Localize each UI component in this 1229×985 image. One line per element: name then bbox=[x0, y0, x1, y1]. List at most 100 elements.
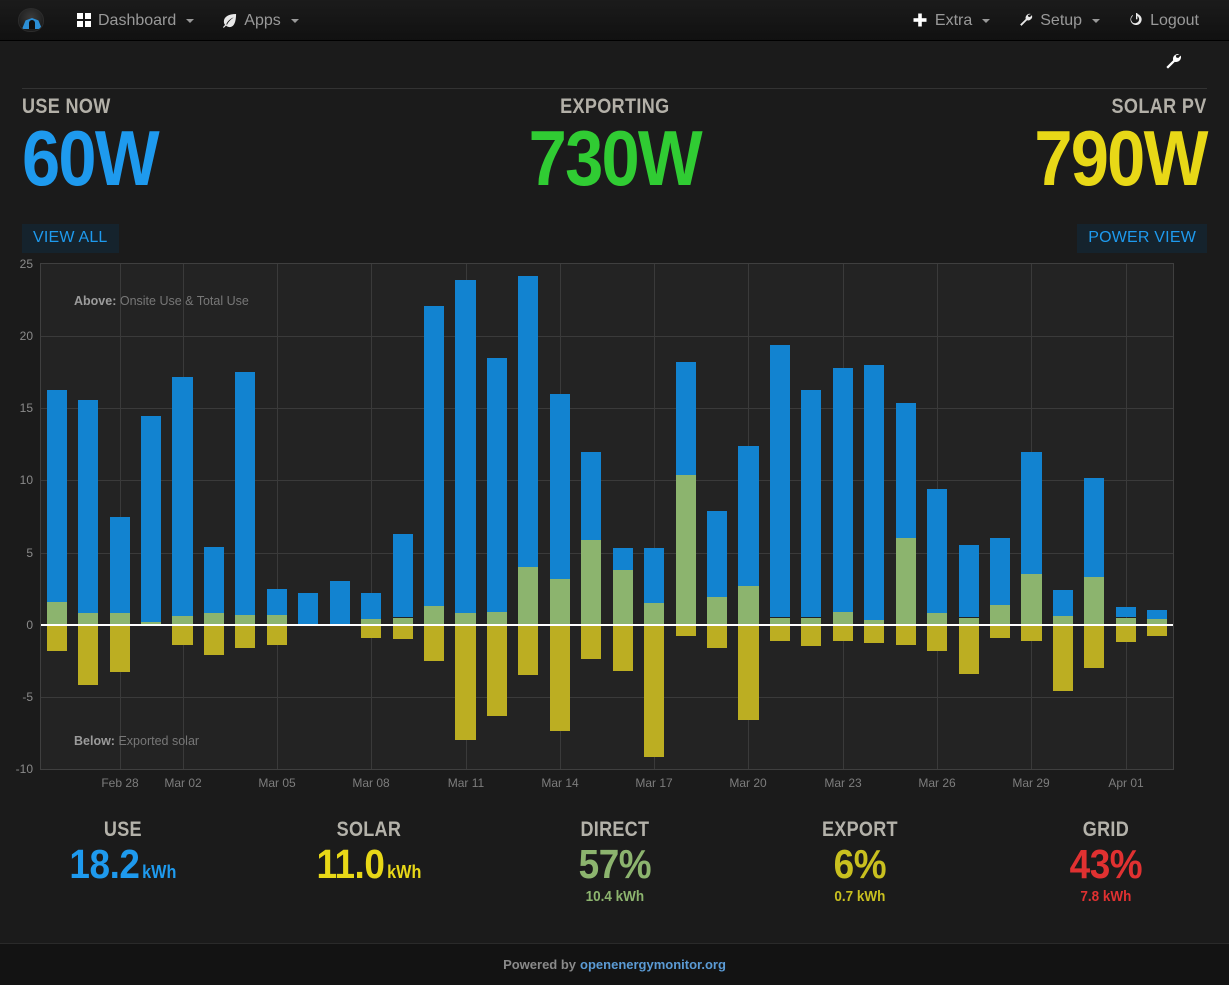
bar-segment-exported-solar bbox=[235, 624, 256, 648]
bar-segment-grid-use bbox=[518, 275, 539, 567]
nav-item-setup-label: Setup bbox=[1040, 11, 1083, 29]
nav-item-logout[interactable]: Logout bbox=[1114, 0, 1213, 41]
bar-segment-exported-solar bbox=[455, 624, 476, 741]
chart-plot-area[interactable]: Above: Onsite Use & Total Use Below: Exp… bbox=[40, 263, 1174, 770]
bar-segment-exported-solar bbox=[266, 624, 287, 645]
bar-segment-exported-solar bbox=[486, 624, 507, 716]
summary-use-now: USE NOW 60W bbox=[0, 95, 410, 220]
bar-segment-grid-use bbox=[423, 305, 445, 606]
chart-bar-group bbox=[644, 264, 665, 769]
power-view-button[interactable]: POWER VIEW bbox=[1077, 224, 1207, 253]
summary-exporting-value: 730W bbox=[528, 114, 702, 202]
energy-bar-chart[interactable]: 25 20 15 10 5 0 -5 -10 Above: Onsite Use & Tota… bbox=[0, 257, 1229, 803]
chart-bar-group bbox=[1147, 264, 1168, 769]
chart-bar-group bbox=[203, 264, 224, 769]
nav-item-extra[interactable]: Extra bbox=[899, 0, 1004, 41]
bar-segment-grid-use bbox=[1147, 610, 1168, 619]
y-axis-tick-label: -10 bbox=[15, 762, 33, 776]
stat-label: EXPORT bbox=[822, 818, 899, 841]
chart-bar-group bbox=[518, 264, 539, 769]
chart-bar-group bbox=[329, 264, 350, 769]
page-footer: Powered by openenergymonitor.org bbox=[0, 943, 1229, 985]
navbar-right-group: Extra Setup Logout bbox=[899, 0, 1229, 41]
bar-segment-exported-solar bbox=[927, 624, 948, 651]
chart-bar-group bbox=[455, 264, 476, 769]
bar-segment-exported-solar bbox=[1147, 624, 1168, 637]
bar-segment-grid-use bbox=[140, 415, 162, 622]
bar-segment-grid-use bbox=[46, 389, 67, 602]
bar-segment-direct-solar bbox=[895, 538, 916, 625]
bar-segment-direct-solar bbox=[675, 474, 696, 625]
y-axis-tick-label: -5 bbox=[22, 689, 33, 704]
dashboard-config-wrench-icon[interactable] bbox=[1161, 49, 1185, 73]
bar-segment-grid-use bbox=[832, 367, 853, 612]
chart-bar-group bbox=[361, 264, 382, 769]
bar-segment-exported-solar bbox=[958, 624, 979, 674]
chart-bar-group bbox=[46, 264, 67, 769]
chart-bars-layer bbox=[41, 264, 1173, 769]
brand-logo-link[interactable] bbox=[0, 0, 62, 41]
y-axis-tick-label: 20 bbox=[19, 329, 33, 344]
bar-segment-exported-solar bbox=[1115, 624, 1136, 643]
nav-item-apps[interactable]: Apps bbox=[208, 0, 312, 41]
chart-note-above: Above: Onsite Use & Total Use bbox=[74, 294, 249, 308]
grid-icon bbox=[76, 13, 91, 28]
nav-item-apps-label: Apps bbox=[244, 11, 281, 29]
bar-segment-direct-solar bbox=[1021, 574, 1042, 625]
chart-bar-group bbox=[738, 264, 759, 769]
bar-segment-grid-use bbox=[486, 357, 507, 612]
chart-note-below: Below: Exported solar bbox=[74, 734, 199, 748]
bar-segment-grid-use bbox=[455, 279, 476, 614]
x-axis-tick-label: Mar 17 bbox=[635, 776, 673, 790]
bar-segment-exported-solar bbox=[738, 624, 759, 720]
bar-segment-grid-use bbox=[266, 588, 287, 615]
y-axis-tick-label: 10 bbox=[19, 473, 33, 488]
bar-segment-grid-use bbox=[1084, 477, 1105, 578]
chart-bar-group bbox=[895, 264, 916, 769]
bar-segment-grid-use bbox=[612, 548, 633, 570]
chevron-down-icon bbox=[186, 19, 195, 23]
footer-text: Powered by bbox=[503, 957, 577, 972]
chart-bar-group bbox=[864, 264, 885, 769]
chart-bar-group bbox=[989, 264, 1011, 769]
toolstrip bbox=[0, 41, 1229, 89]
chart-bar-group bbox=[958, 264, 979, 769]
x-axis-tick-label: Mar 08 bbox=[352, 776, 390, 790]
bar-segment-grid-use bbox=[801, 389, 822, 618]
bar-segment-grid-use bbox=[549, 393, 570, 579]
x-axis-tick-label: Mar 11 bbox=[447, 776, 485, 790]
view-all-button[interactable]: VIEW ALL bbox=[22, 224, 119, 253]
chart-bar-group bbox=[832, 264, 853, 769]
bar-segment-grid-use bbox=[706, 510, 728, 598]
navbar-left-group: Dashboard Apps bbox=[0, 0, 313, 41]
stat-direct: DIRECT 57% 10.4 kWh bbox=[492, 818, 738, 923]
bar-segment-exported-solar bbox=[675, 624, 696, 637]
chart-bar-group bbox=[423, 264, 445, 769]
footer-link[interactable]: openenergymonitor.org bbox=[580, 957, 726, 972]
bar-segment-direct-solar bbox=[581, 539, 602, 625]
chart-bar-group bbox=[612, 264, 633, 769]
bar-segment-grid-use bbox=[1021, 451, 1042, 575]
power-icon bbox=[1128, 13, 1143, 28]
nav-item-dashboard[interactable]: Dashboard bbox=[62, 0, 208, 41]
bar-segment-exported-solar bbox=[1052, 624, 1073, 692]
x-axis-tick-label: Mar 05 bbox=[258, 776, 296, 790]
y-axis-tick-label: 0 bbox=[26, 617, 33, 632]
summary-solar-pv: SOLAR PV 790W bbox=[819, 95, 1229, 220]
chart-bar-group bbox=[298, 264, 319, 769]
x-axis-tick-label: Mar 26 bbox=[918, 776, 956, 790]
stat-label: GRID bbox=[1082, 818, 1130, 841]
y-axis-tick-label: 25 bbox=[19, 257, 33, 271]
chart-bar-group bbox=[581, 264, 602, 769]
nav-item-setup[interactable]: Setup bbox=[1004, 0, 1114, 41]
bar-segment-exported-solar bbox=[203, 624, 224, 655]
chart-note-above-prefix: Above: bbox=[74, 294, 117, 308]
bar-segment-exported-solar bbox=[1084, 624, 1105, 668]
chart-bar-group bbox=[675, 264, 696, 769]
chart-bar-group bbox=[769, 264, 790, 769]
bar-segment-exported-solar bbox=[361, 624, 382, 638]
bar-segment-direct-solar bbox=[612, 569, 633, 625]
stat-label: DIRECT bbox=[580, 818, 649, 841]
bar-segment-grid-use bbox=[738, 445, 759, 586]
leaf-icon bbox=[222, 13, 237, 28]
